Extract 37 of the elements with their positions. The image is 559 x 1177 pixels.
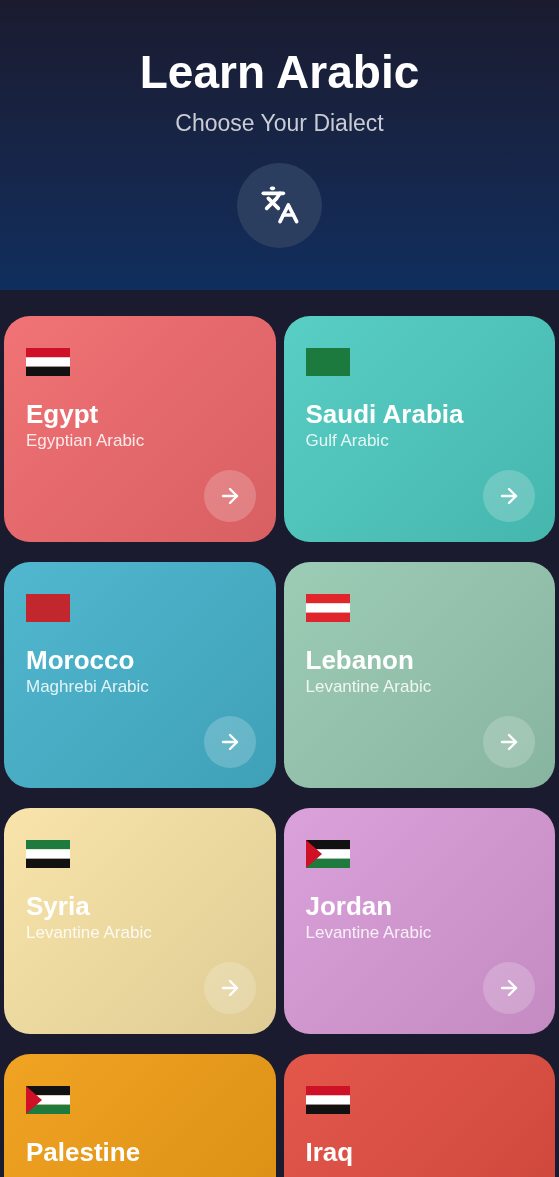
country-name: Morocco: [26, 644, 136, 676]
next-button[interactable]: [203, 716, 256, 768]
dialect-card[interactable]: Egypt Egyptian Arabic: [4, 316, 276, 542]
next-button[interactable]: [483, 470, 535, 522]
next-button[interactable]: [483, 962, 535, 1014]
next-button[interactable]: [483, 716, 535, 768]
flag-icon: [26, 838, 70, 870]
app-subtitle: Choose Your Dialect: [175, 109, 384, 138]
country-name: Palestine: [26, 1136, 142, 1168]
country-name: Syria: [26, 890, 91, 922]
dialect-name: Gulf Arabic: [305, 430, 390, 452]
dialect-card[interactable]: Morocco Maghrebi Arabic: [4, 562, 276, 788]
dialect-name: Levantine Arabic: [305, 922, 433, 944]
dialect-name: Egyptian Arabic: [26, 430, 146, 452]
dialect-name: Levantine Arabic: [26, 922, 153, 944]
dialect-card[interactable]: Iraq: [283, 1054, 555, 1177]
app-title: Learn Arabic: [139, 45, 420, 100]
dialect-card[interactable]: Jordan Levantine Arabic: [283, 808, 555, 1034]
flag-icon: [305, 838, 350, 870]
dialect-card[interactable]: Syria Levantine Arabic: [4, 808, 276, 1034]
flag-icon: [26, 1084, 70, 1116]
flag-icon: [26, 592, 70, 624]
translate-icon: [259, 185, 300, 225]
dialect-card[interactable]: Saudi Arabia Gulf Arabic: [283, 316, 555, 542]
dialect-name: Levantine Arabic: [305, 676, 433, 698]
country-name: Jordan: [305, 890, 394, 922]
country-name: Lebanon: [305, 644, 415, 676]
dialect-card[interactable]: Palestine: [4, 1054, 276, 1177]
flag-icon: [26, 346, 70, 378]
flag-icon: [305, 592, 350, 624]
dialect-card[interactable]: Lebanon Levantine Arabic: [283, 562, 555, 788]
flag-icon: [305, 1084, 350, 1116]
country-name: Iraq: [305, 1136, 355, 1168]
dialect-name: Maghrebi Arabic: [26, 676, 150, 698]
country-name: Egypt: [26, 398, 100, 430]
country-name: Saudi Arabia: [305, 398, 465, 430]
flag-icon: [305, 346, 350, 378]
